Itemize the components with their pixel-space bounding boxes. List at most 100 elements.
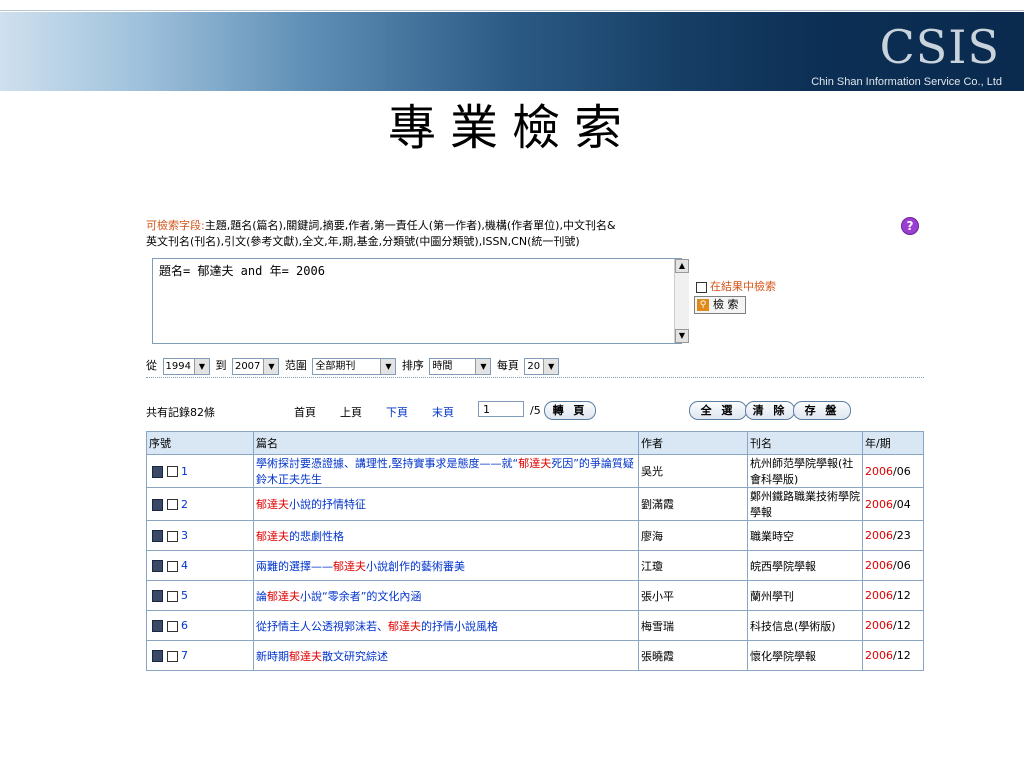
row-checkbox[interactable] — [167, 466, 178, 477]
fields-line-2: 英文刊名(刊名),引文(參考文獻),全文,年,期,基金,分類號(中圖分類號),I… — [146, 235, 580, 248]
search-button-label: 檢 索 — [713, 298, 739, 311]
row-checkbox[interactable] — [167, 590, 178, 602]
title-text: 的悲劇性格 — [289, 529, 344, 543]
row-number: 7 — [181, 649, 188, 662]
journal-cell: 懷化學院學報 — [747, 640, 863, 671]
article-title-link[interactable]: 論郁達夫小說“零余者”的文化內涵 — [256, 590, 421, 603]
select-all-button[interactable]: 全 選 — [689, 401, 747, 420]
year-issue-cell: 2006/12 — [862, 640, 924, 671]
row-number: 5 — [181, 589, 188, 602]
article-title-link[interactable]: 新時期郁達夫散文研究綜述 — [256, 650, 388, 663]
scope-select[interactable]: 全部期刊 ▼ — [312, 357, 397, 375]
to-year-select[interactable]: 2007 ▼ — [231, 357, 280, 375]
row-checkbox[interactable] — [167, 530, 178, 542]
save-disk-icon[interactable] — [152, 650, 163, 662]
fields-line-1: 主題,題名(篇名),關鍵詞,摘要,作者,第一責任人(第一作者),機構(作者單位)… — [204, 219, 616, 232]
row-number-cell: 5 — [146, 580, 254, 611]
page-number-input[interactable]: 1 — [478, 401, 524, 417]
title-highlight: 郁達夫 — [256, 498, 289, 511]
query-scrollbar[interactable]: ▲ ▼ — [674, 259, 689, 343]
title-cell: 郁達夫的悲劇性格 — [253, 520, 639, 551]
row-checkbox[interactable] — [167, 499, 178, 510]
year-issue-cell: 2006/12 — [862, 610, 924, 641]
issue-value: /04 — [893, 497, 911, 511]
scroll-up-icon[interactable]: ▲ — [675, 259, 689, 273]
article-title-link[interactable]: 郁達夫小說的抒情特征 — [256, 498, 366, 511]
year-issue-cell: 2006/06 — [862, 550, 924, 581]
per-page-select[interactable]: 20 ▼ — [524, 357, 560, 375]
issue-value: /12 — [893, 589, 911, 602]
issue-value: /12 — [893, 619, 911, 632]
save-disk-icon[interactable] — [152, 498, 163, 511]
row-number-cell: 1 — [146, 454, 254, 488]
to-year-value: 2007 — [234, 360, 261, 372]
filter-row: 從 1994 ▼ 到 2007 ▼ 范圍 全部期刊 ▼ 排序 時間 ▼ 每頁 20 ▼ — [146, 357, 561, 375]
next-page-link[interactable]: 下頁 — [386, 404, 408, 420]
title-highlight: 郁達夫 — [333, 559, 366, 573]
article-title-link[interactable]: 兩難的選擇——郁達夫小說創作的藝術審美 — [256, 560, 465, 573]
article-title-link[interactable]: 郁達夫的悲劇性格 — [256, 530, 344, 543]
search-in-result-label: 在結果中檢索 — [710, 280, 776, 293]
title-cell: 新時期郁達夫散文研究綜述 — [253, 640, 639, 671]
search-button[interactable]: ⚲ 檢 索 — [694, 296, 746, 314]
author-cell: 廖海 — [638, 520, 748, 551]
save-disk-icon[interactable] — [152, 465, 163, 478]
help-icon[interactable]: ? — [901, 217, 919, 235]
top-divider — [0, 0, 1024, 11]
journal-cell: 蘭州學刊 — [747, 580, 863, 611]
scroll-down-icon[interactable]: ▼ — [675, 329, 689, 343]
year-issue-cell: 2006/04 — [862, 487, 924, 521]
save-button[interactable]: 存 盤 — [793, 401, 851, 420]
title-cell: 兩難的選擇——郁達夫小說創作的藝術審美 — [253, 550, 639, 581]
last-page-link[interactable]: 末頁 — [432, 404, 454, 420]
query-textarea[interactable]: 題名= 郁達夫 and 年= 2006 — [152, 258, 682, 344]
article-title-link[interactable]: 學術探討要憑證據、講理性,堅持實事求是態度——就“郁達夫死因”的爭論質疑鈴木正夫… — [256, 457, 634, 486]
year-value: 2006 — [865, 559, 893, 572]
search-in-result-checkbox[interactable] — [696, 281, 707, 293]
year-value: 2006 — [865, 464, 893, 478]
title-text: 小說“零余者”的文化內涵 — [300, 589, 422, 603]
year-value: 2006 — [865, 529, 893, 542]
issue-value: /12 — [893, 649, 911, 662]
row-checkbox[interactable] — [167, 650, 178, 662]
journal-cell: 杭州師范學院學報(社會科學版) — [747, 454, 863, 488]
save-disk-icon[interactable] — [152, 560, 163, 572]
year-value: 2006 — [865, 497, 893, 511]
year-issue-cell: 2006/06 — [862, 454, 924, 488]
title-cell: 從抒情主人公透視郭沫若、郁達夫的抒情小說風格 — [253, 610, 639, 641]
searchable-fields-text: 可檢索字段:主題,題名(篇名),關鍵詞,摘要,作者,第一責任人(第一作者),機構… — [146, 218, 716, 250]
row-checkbox[interactable] — [167, 620, 178, 632]
title-cell: 論郁達夫小說“零余者”的文化內涵 — [253, 580, 639, 611]
table-row: 5 論郁達夫小說“零余者”的文化內涵 張小平 蘭州學刊 2006/12 — [146, 580, 924, 611]
issue-value: /06 — [893, 464, 911, 478]
table-header-row: 序號 篇名 作者 刊名 年/期 — [146, 431, 924, 455]
clear-button[interactable]: 清 除 — [745, 401, 795, 420]
row-checkbox[interactable] — [167, 560, 178, 572]
row-number: 4 — [181, 559, 188, 572]
first-page-link[interactable]: 首頁 — [294, 404, 316, 420]
save-disk-icon[interactable] — [152, 620, 163, 632]
title-highlight: 郁達夫 — [518, 457, 552, 470]
year-issue-cell: 2006/23 — [862, 520, 924, 551]
title-highlight: 郁達夫 — [388, 619, 421, 633]
sort-select[interactable]: 時間 ▼ — [429, 357, 492, 375]
row-number-cell: 2 — [146, 487, 254, 521]
year-issue-cell: 2006/12 — [862, 580, 924, 611]
header-banner: CSIS Chin Shan Information Service Co., … — [0, 12, 1024, 91]
results-table: 序號 篇名 作者 刊名 年/期 1 學術探討要憑證據、講理性,堅持實事求是態度——… — [146, 431, 924, 671]
table-row: 3 郁達夫的悲劇性格 廖海 職業時空 2006/23 — [146, 520, 924, 551]
goto-page-button[interactable]: 轉 頁 — [544, 401, 596, 420]
title-text: 小說創作的藝術審美 — [366, 559, 465, 573]
search-panel: 可檢索字段:主題,題名(篇名),關鍵詞,摘要,作者,第一責任人(第一作者),機構… — [146, 212, 924, 378]
chevron-down-icon: ▼ — [543, 358, 559, 374]
chevron-down-icon: ▼ — [193, 358, 209, 374]
scope-value: 全部期刊 — [315, 360, 356, 372]
search-in-result-option[interactable]: 在結果中檢索 — [696, 278, 776, 294]
article-title-link[interactable]: 從抒情主人公透視郭沫若、郁達夫的抒情小說風格 — [256, 620, 498, 633]
save-disk-icon[interactable] — [152, 530, 163, 542]
prev-page-link[interactable]: 上頁 — [340, 404, 362, 420]
row-number: 6 — [181, 619, 188, 632]
from-year-select[interactable]: 1994 ▼ — [162, 357, 210, 375]
from-label: 從 — [146, 359, 157, 372]
save-disk-icon[interactable] — [152, 590, 163, 602]
